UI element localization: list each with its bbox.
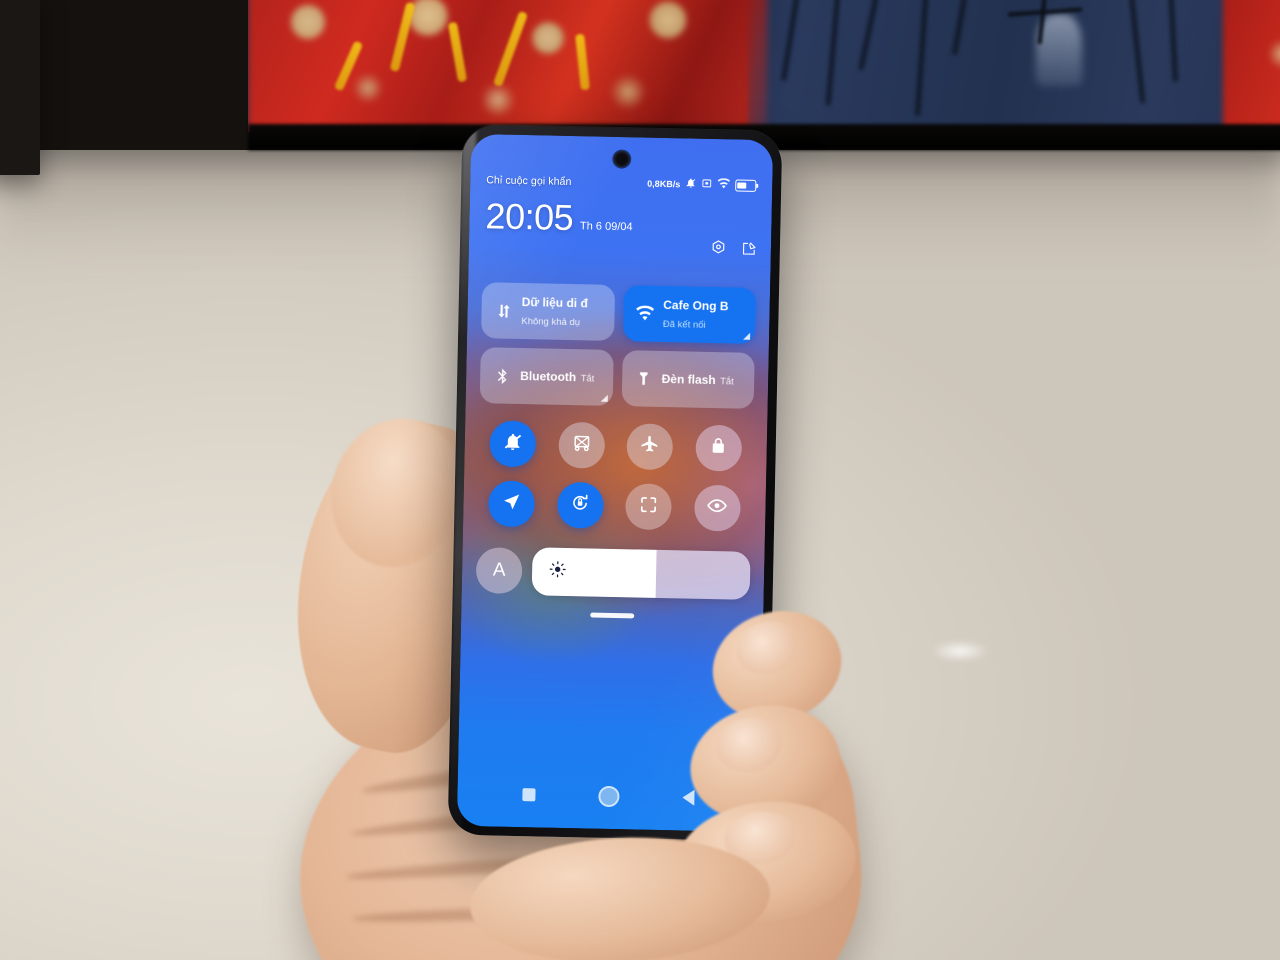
clock-area: 20:05 Th 6 09/04 — [485, 195, 758, 255]
toggle-scan[interactable] — [625, 483, 673, 531]
tile-title: Đèn flash — [661, 371, 716, 388]
toggle-eye-comfort[interactable] — [693, 484, 741, 532]
poster-crowd-right — [1223, 0, 1280, 132]
flashlight-icon — [632, 369, 656, 387]
toggle-screen-lock[interactable] — [695, 424, 742, 472]
tile-expand-corner-icon[interactable] — [600, 394, 608, 402]
tile-subtitle: Không khả dụ — [521, 316, 581, 329]
toggle-silent-mode[interactable] — [489, 420, 537, 468]
brightness-row: A — [475, 544, 751, 602]
bluetooth-icon — [490, 366, 514, 385]
poster-artwork: VIỆT NAM — [248, 0, 1280, 132]
shade-drag-handle[interactable] — [590, 612, 635, 619]
tile-wifi[interactable]: Cafe Ong B Đã kết nối — [622, 285, 757, 344]
clock-actions — [710, 239, 757, 262]
status-bar: Chỉ cuộc gọi khẩn 0,8KB/s — [470, 170, 772, 196]
bell-off-icon — [685, 175, 696, 193]
wifi-icon — [717, 176, 730, 194]
poster-dark-panel — [748, 0, 1280, 132]
home-button[interactable] — [598, 785, 620, 807]
eye-icon — [706, 495, 728, 521]
battery-icon — [735, 179, 757, 192]
tile-flashlight[interactable]: Đèn flash Tắt — [621, 350, 755, 409]
settings-gear-icon[interactable] — [710, 239, 727, 261]
mobile-data-icon — [491, 302, 515, 319]
toggle-airplane-mode[interactable] — [626, 423, 674, 471]
auto-rotate-icon — [570, 492, 592, 518]
lock-icon — [709, 436, 728, 460]
quick-settings-tiles: Dữ liệu di đ Không khả dụ Cafe Ong B Đã … — [479, 282, 757, 409]
tile-subtitle: Đã kết nối — [662, 318, 706, 331]
brightness-slider[interactable] — [531, 547, 751, 600]
clock-time: 20:05 — [485, 195, 574, 239]
screenshot-scissors-icon — [571, 433, 592, 458]
tile-title: Dữ liệu di đ — [521, 295, 588, 311]
airplane-icon — [640, 434, 661, 459]
edit-icon[interactable] — [741, 240, 757, 261]
network-speed-label: 0,8KB/s — [647, 178, 681, 190]
tile-mobile-data[interactable]: Dữ liệu di đ Không khả dụ — [481, 282, 615, 341]
bell-off-icon — [503, 431, 524, 456]
tile-subtitle: Tắt — [719, 376, 734, 388]
back-button[interactable] — [681, 789, 695, 806]
poster-frame-left — [0, 0, 40, 175]
tile-expand-corner-icon[interactable] — [743, 332, 751, 340]
tile-title: Bluetooth — [520, 368, 577, 385]
toggle-auto-rotate[interactable] — [556, 481, 604, 529]
toggle-screenshot[interactable] — [558, 421, 606, 469]
location-arrow-icon — [502, 491, 523, 516]
sim-card-icon — [701, 176, 712, 194]
carrier-label: Chỉ cuộc gọi khẩn — [486, 174, 572, 189]
toggle-location[interactable] — [488, 480, 536, 528]
status-icons: 0,8KB/s — [647, 175, 757, 195]
tile-title: Cafe Ong B — [663, 297, 729, 314]
wall-highlight — [930, 640, 990, 662]
wifi-icon — [633, 305, 657, 321]
quick-toggle-row — [477, 420, 753, 532]
tile-bluetooth[interactable]: Bluetooth Tắt — [479, 347, 614, 406]
clock-date: Th 6 09/04 — [579, 220, 633, 234]
scan-frame-icon — [639, 494, 660, 519]
recents-button[interactable] — [522, 787, 536, 801]
sun-icon — [548, 560, 567, 584]
front-camera-punch-hole — [613, 150, 630, 168]
auto-brightness-button[interactable]: A — [475, 547, 523, 595]
photo-scene: VIỆT NAM Chỉ cuộc gọi khẩn 0,8KB/s — [0, 0, 1280, 960]
tile-subtitle: Tắt — [580, 373, 595, 385]
